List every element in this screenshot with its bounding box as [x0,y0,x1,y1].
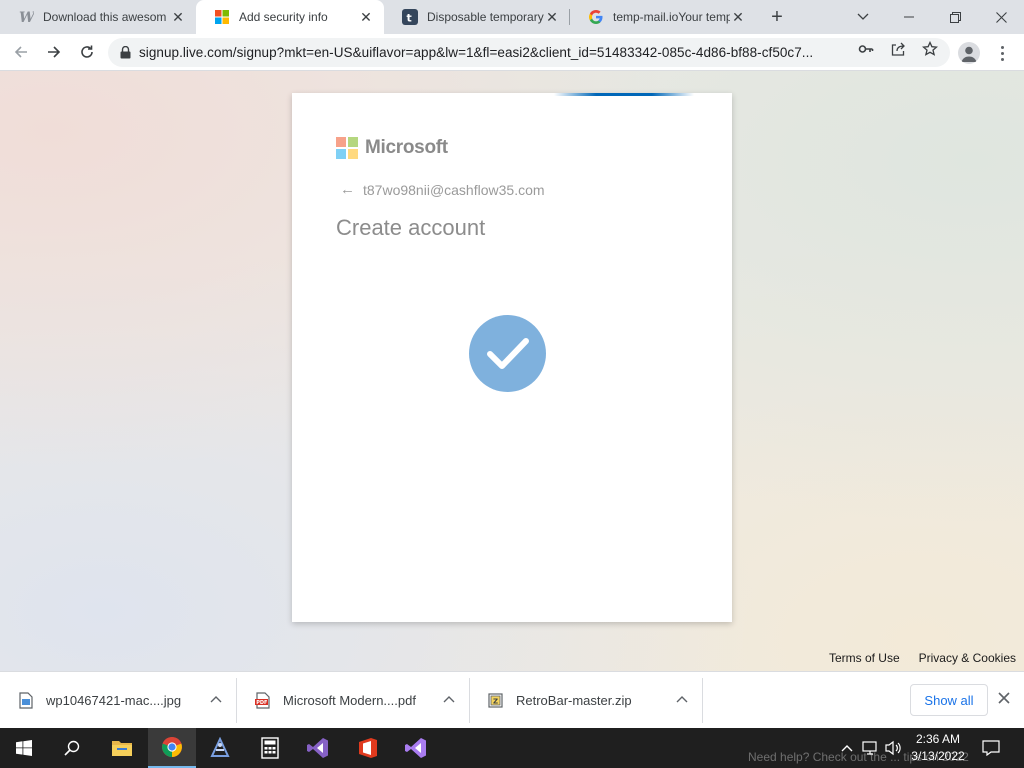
tab-disposable-temporary[interactable]: t Disposable temporary ✕ [384,0,570,34]
svg-text:W: W [19,10,34,25]
menu-icon[interactable] [994,41,1010,65]
back-arrow-icon[interactable]: ← [340,181,355,198]
terms-of-use-link[interactable]: Terms of Use [829,651,900,665]
chevron-up-icon[interactable] [443,692,455,706]
clock-date: 3/13/2022 [911,749,965,763]
office-icon[interactable] [344,728,392,768]
close-icon[interactable] [998,691,1010,709]
app-icon[interactable] [196,728,244,768]
back-email-row[interactable]: ← t87wo98nii@cashflow35.com [340,181,545,198]
chevron-up-icon[interactable] [676,692,688,706]
taskbar: 2:36 AM 3/13/2022 [0,728,1024,768]
checkmark-icon [469,315,546,392]
clock-time: 2:36 AM [915,732,961,746]
volume-icon[interactable] [885,739,903,757]
key-icon[interactable] [858,41,874,57]
svg-text:PDF: PDF [256,700,267,706]
tab-download[interactable]: W Download this awesom ✕ [0,0,196,34]
forward-icon[interactable] [40,38,68,66]
page-background: Microsoft ← t87wo98nii@cashflow35.com Cr… [0,71,1024,671]
page-title: Create account [336,215,486,240]
google-icon [588,9,604,25]
svg-text:Z: Z [493,698,498,706]
tab-add-security-info[interactable]: Add security info ✕ [196,0,384,34]
tab-search-icon[interactable] [840,0,886,34]
close-window-icon[interactable] [978,0,1024,34]
close-icon[interactable]: ✕ [544,9,560,25]
microsoft-logo: Microsoft [336,137,448,159]
search-icon[interactable] [48,728,96,768]
visual-studio-icon[interactable] [294,728,342,768]
microsoft-logo-icon [336,137,358,159]
download-item[interactable]: wp10467421-mac....jpg [0,678,237,723]
footer-links: Terms of Use Privacy & Cookies [829,651,1016,665]
download-filename: RetroBar-master.zip [516,693,632,708]
tab-title: temp-mail.ioYour temp [613,10,730,24]
minimize-icon[interactable] [886,0,932,34]
restore-icon[interactable] [932,0,978,34]
tab-title: Download this awesom [43,10,167,24]
start-icon[interactable] [0,728,48,768]
image-file-icon [18,692,34,710]
address-bar[interactable]: signup.live.com/signup?mkt=en-US&uiflavo… [108,38,950,67]
pdf-file-icon: PDF [255,692,271,710]
close-icon[interactable]: ✕ [170,9,186,25]
download-filename: wp10467421-mac....jpg [46,693,182,708]
bookmark-star-icon[interactable] [922,41,938,57]
file-explorer-icon[interactable] [98,728,146,768]
share-icon[interactable] [890,41,906,57]
profile-avatar-icon[interactable] [958,42,980,64]
back-icon[interactable] [7,38,35,66]
close-icon[interactable]: ✕ [730,9,746,25]
chrome-icon[interactable] [148,728,196,768]
url-text[interactable]: signup.live.com/signup?mkt=en-US&uiflavo… [139,45,845,60]
download-bar: wp10467421-mac....jpg PDF Microsoft Mode… [0,671,1024,728]
zip-file-icon: Z [488,692,504,710]
brand-name: Microsoft [365,137,448,158]
show-all-button[interactable]: Show all [910,684,988,716]
tab-title: Add security info [239,10,328,24]
svg-text:t: t [407,12,412,25]
tab-temp-mail[interactable]: temp-mail.ioYour temp ✕ [570,0,756,34]
chevron-up-icon[interactable] [210,692,222,706]
calculator-icon[interactable] [246,728,294,768]
progress-bar [554,93,694,96]
download-item[interactable]: Z RetroBar-master.zip [470,678,703,723]
notifications-icon[interactable] [982,739,1000,757]
visual-studio-icon[interactable] [392,728,440,768]
download-item[interactable]: PDF Microsoft Modern....pdf [237,678,470,723]
tab-strip: W Download this awesom ✕ Add security in… [0,0,1024,34]
t-logo-icon: t [402,9,418,25]
system-clock[interactable]: 2:36 AM 3/13/2022 [904,731,972,765]
lock-icon[interactable] [120,46,131,59]
new-tab-button[interactable]: + [764,5,790,29]
download-filename: Microsoft Modern....pdf [283,693,416,708]
w-logo-icon: W [18,9,34,25]
email-identity: t87wo98nii@cashflow35.com [363,181,545,198]
microsoft-logo-icon [214,9,230,25]
network-icon[interactable] [862,739,880,757]
tab-title: Disposable temporary [427,10,544,24]
chevron-up-icon[interactable] [838,739,856,757]
browser-toolbar: signup.live.com/signup?mkt=en-US&uiflavo… [0,34,1024,71]
reload-icon[interactable] [73,38,101,66]
privacy-cookies-link[interactable]: Privacy & Cookies [919,651,1016,665]
close-icon[interactable]: ✕ [358,9,374,25]
signup-card: Microsoft ← t87wo98nii@cashflow35.com Cr… [292,93,732,622]
